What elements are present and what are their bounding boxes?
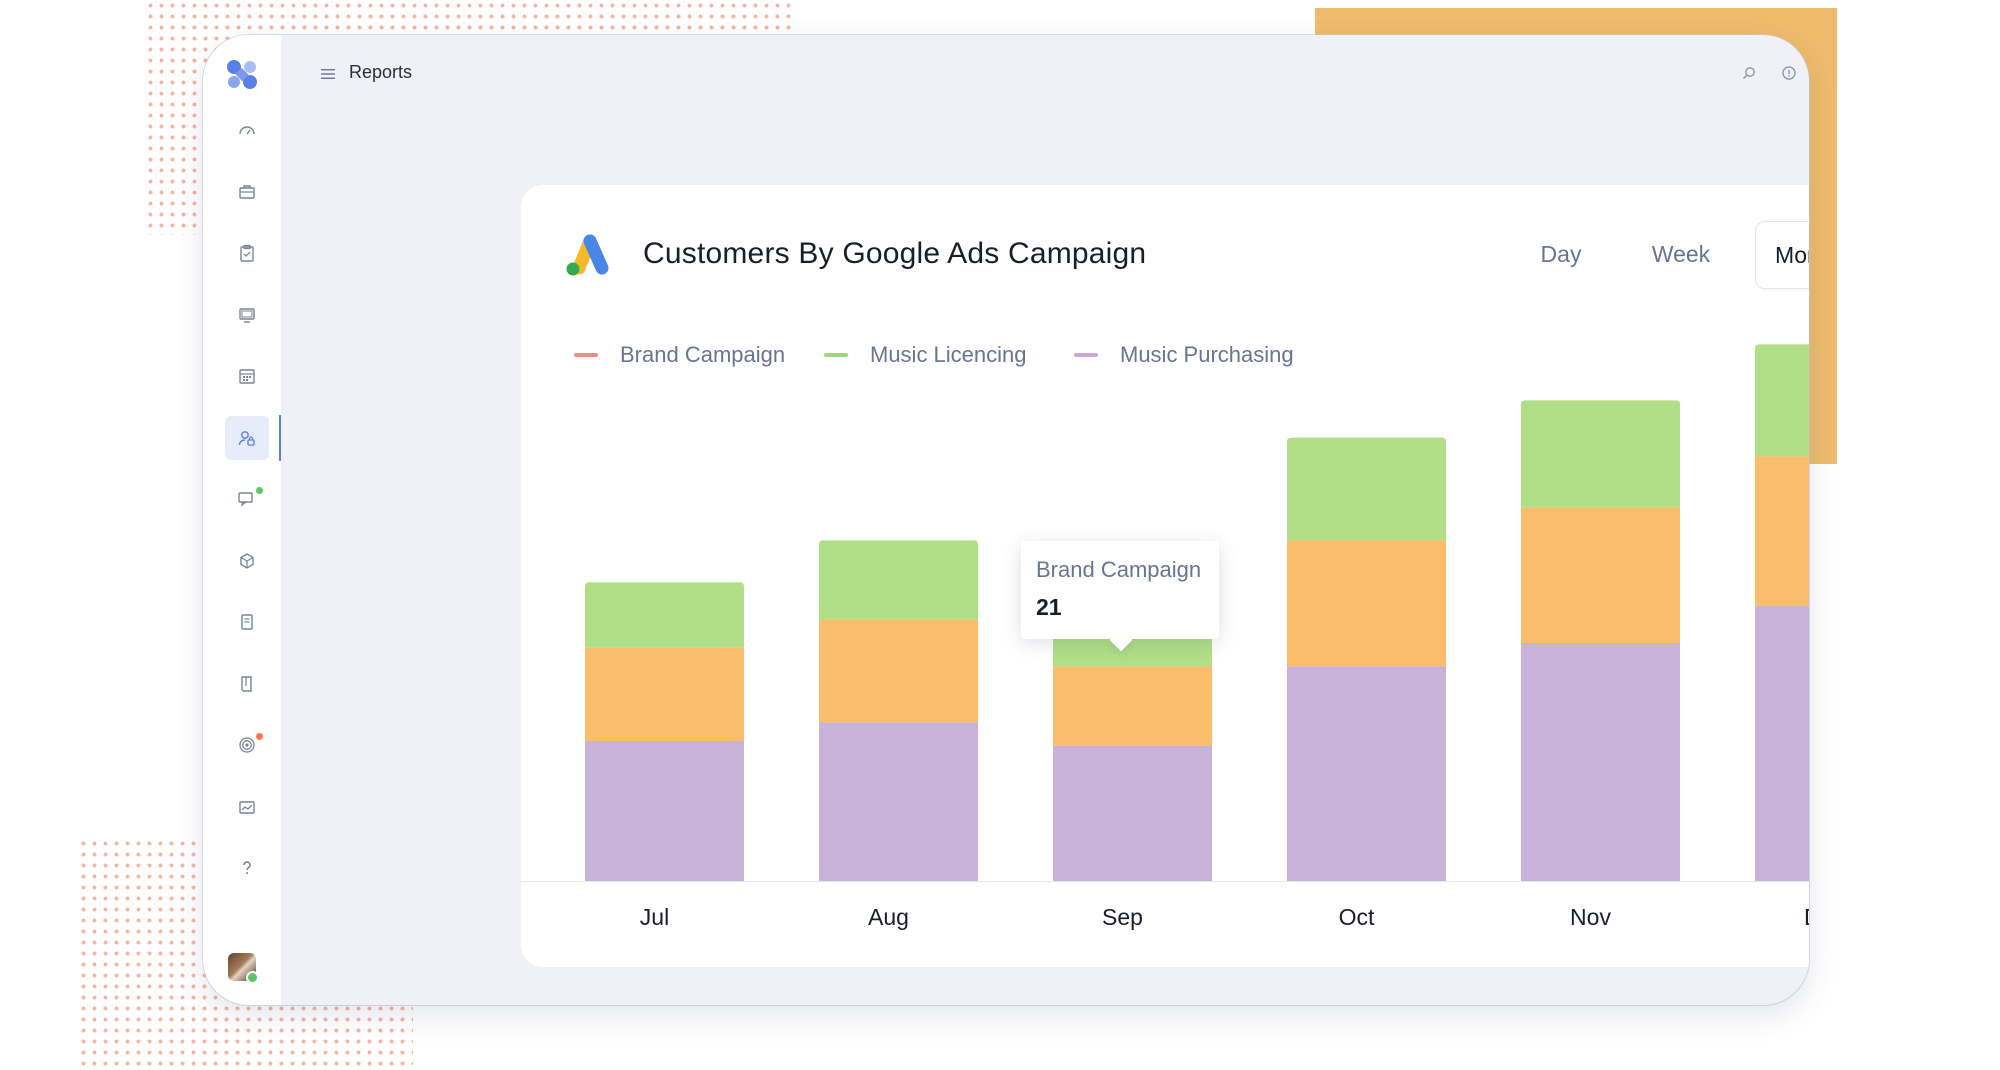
user-lock-icon bbox=[238, 430, 255, 446]
book-icon bbox=[241, 675, 252, 692]
bar-segment-oct-brand-campaign[interactable] bbox=[1287, 540, 1446, 667]
bar-segment-nov-brand-campaign[interactable] bbox=[1521, 507, 1680, 643]
app-logo-icon[interactable] bbox=[225, 57, 259, 91]
sidebar-item-products[interactable] bbox=[225, 539, 269, 583]
bar-segment-jul-music-purchasing[interactable] bbox=[585, 741, 744, 881]
app-window: Reports Customers By Google Ads Campaign… bbox=[203, 35, 1809, 1005]
sidebar-item-help[interactable] bbox=[225, 846, 269, 890]
tooltip-value: 21 bbox=[1036, 594, 1062, 620]
notification-dot bbox=[256, 487, 263, 494]
sidebar-item-chat[interactable] bbox=[225, 477, 269, 521]
bar-segment-dec-music-licencing[interactable] bbox=[1755, 344, 1809, 457]
monitor-icon bbox=[239, 307, 255, 323]
x-tick-label: Aug bbox=[868, 904, 909, 930]
bar-segment-nov-music-licencing[interactable] bbox=[1521, 400, 1680, 508]
bar-segment-jul-music-licencing[interactable] bbox=[585, 582, 744, 648]
sidebar-item-reports[interactable] bbox=[225, 785, 269, 829]
bar-segment-aug-music-licencing[interactable] bbox=[819, 540, 978, 620]
bar-segment-sep-brand-campaign[interactable] bbox=[1053, 666, 1212, 746]
x-tick-label: Dec bbox=[1804, 904, 1809, 930]
menu-icon[interactable] bbox=[321, 68, 335, 80]
page-title: Reports bbox=[349, 62, 413, 82]
sidebar-item-briefcase[interactable] bbox=[225, 170, 269, 214]
bar-segment-sep-music-purchasing[interactable] bbox=[1053, 745, 1212, 881]
chart-tooltip: Brand Campaign 21 bbox=[1021, 541, 1219, 639]
notification-dot bbox=[256, 733, 263, 740]
sidebar-item-goals[interactable] bbox=[225, 723, 269, 767]
report-card: Customers By Google Ads Campaign Day Wee… bbox=[521, 185, 1809, 967]
sidebar-item-docs[interactable] bbox=[225, 662, 269, 706]
x-tick-label: Oct bbox=[1339, 904, 1375, 930]
sidebar-item-invoices[interactable] bbox=[225, 600, 269, 644]
tooltip-label: Brand Campaign bbox=[1036, 557, 1202, 582]
online-status-dot bbox=[246, 971, 259, 984]
cube-icon bbox=[240, 552, 254, 569]
sidebar bbox=[203, 35, 281, 1005]
user-avatar[interactable] bbox=[228, 953, 259, 984]
receipt-icon bbox=[241, 614, 253, 630]
x-tick-label: Sep bbox=[1102, 904, 1143, 930]
sidebar-item-tasks[interactable] bbox=[225, 231, 269, 275]
search-icon[interactable] bbox=[1741, 65, 1757, 81]
top-bar: Reports bbox=[281, 35, 1809, 115]
bar-segment-nov-music-purchasing[interactable] bbox=[1521, 643, 1680, 881]
question-icon bbox=[243, 861, 251, 874]
bar-segment-dec-brand-campaign[interactable] bbox=[1755, 456, 1809, 606]
chat-monitor-icon bbox=[238, 492, 253, 507]
sidebar-item-campaigns[interactable] bbox=[225, 293, 269, 337]
sidebar-item-contacts[interactable] bbox=[225, 415, 269, 460]
bar-segment-aug-music-purchasing[interactable] bbox=[819, 722, 978, 881]
clipboard-check-icon bbox=[240, 244, 254, 262]
bar-segment-oct-music-purchasing[interactable] bbox=[1287, 666, 1446, 881]
chart-icon bbox=[239, 800, 255, 814]
active-indicator bbox=[279, 414, 281, 461]
bar-segment-jul-brand-campaign[interactable] bbox=[585, 647, 744, 741]
bar-segment-aug-brand-campaign[interactable] bbox=[819, 619, 978, 723]
bar-segment-dec-music-purchasing[interactable] bbox=[1755, 605, 1809, 881]
sidebar-item-calendar[interactable] bbox=[225, 354, 269, 398]
x-tick-label: Jul bbox=[640, 904, 669, 930]
sidebar-item-dashboard[interactable] bbox=[225, 108, 269, 152]
bar-segment-oct-music-licencing[interactable] bbox=[1287, 437, 1446, 541]
x-tick-label: Nov bbox=[1570, 904, 1611, 930]
speedometer-icon bbox=[239, 126, 255, 135]
info-icon[interactable] bbox=[1781, 65, 1797, 81]
briefcase-icon bbox=[239, 184, 255, 199]
calendar-icon bbox=[239, 369, 255, 384]
target-icon bbox=[239, 737, 255, 753]
